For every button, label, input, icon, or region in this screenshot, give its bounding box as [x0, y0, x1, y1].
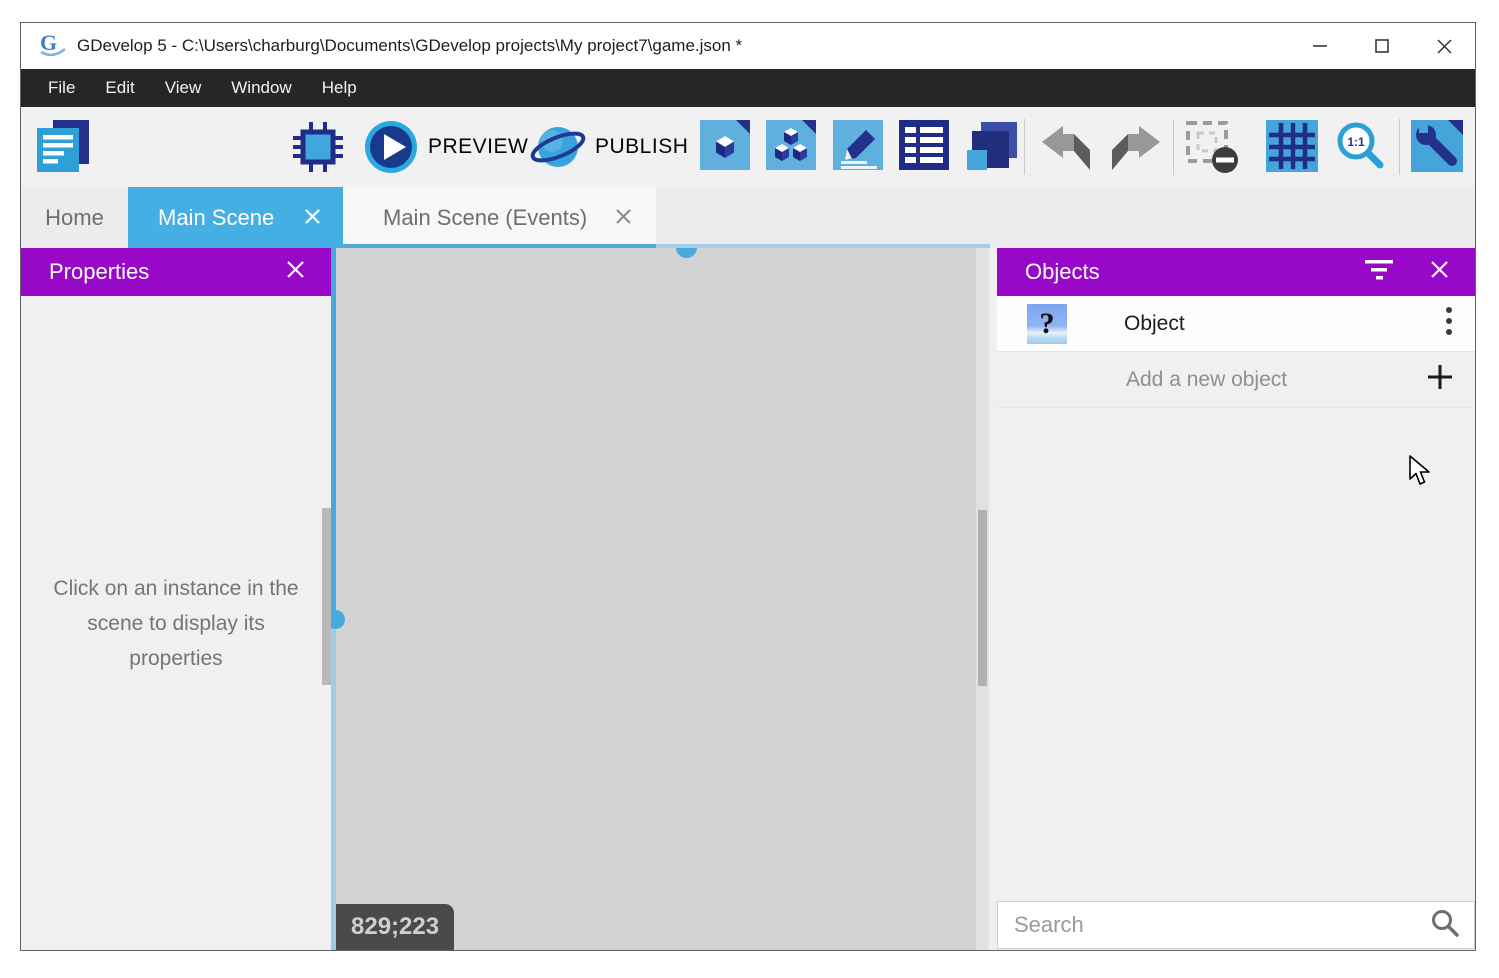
cursor-coordinates-badge: 829;223 — [336, 904, 454, 950]
add-object-row[interactable]: Add a new object — [997, 352, 1475, 408]
main-content: Properties Click on an instance in the s… — [21, 248, 1475, 950]
objects-panel-header: Objects — [997, 248, 1475, 296]
objects-panel-empty-area — [997, 408, 1475, 901]
add-object-label: Add a new object — [1126, 368, 1427, 392]
debug-icon[interactable] — [293, 122, 343, 177]
gdevelop-logo-icon: G — [37, 30, 67, 63]
object-thumbnail-question-icon: ? — [1027, 304, 1067, 344]
redo-icon[interactable] — [1108, 125, 1162, 176]
canvas-right-gap — [989, 248, 997, 950]
edit-scene-properties-icon[interactable] — [833, 120, 883, 175]
split-drag-handle-left[interactable] — [331, 610, 345, 629]
minimize-button[interactable] — [1289, 23, 1351, 69]
scene-objects-icon[interactable] — [700, 120, 750, 175]
object-list-item[interactable]: ? Object — [997, 296, 1475, 352]
zoom-1-1-icon[interactable]: 1:1 — [1333, 120, 1387, 179]
events-sheet-icon[interactable] — [899, 120, 949, 175]
undo-icon[interactable] — [1040, 125, 1094, 176]
properties-panel-title: Properties — [49, 259, 149, 285]
menu-window[interactable]: Window — [216, 69, 306, 107]
search-input[interactable] — [1014, 912, 1430, 938]
editor-tab-bar: Home Main Scene Main Scene (Events) — [21, 187, 1475, 248]
properties-panel-body: Click on an instance in the scene to dis… — [21, 296, 331, 950]
tab-main-scene-events[interactable]: Main Scene (Events) — [343, 187, 656, 248]
objects-panel-title: Objects — [1025, 259, 1328, 285]
window-title: GDevelop 5 - C:\Users\charburg\Documents… — [77, 36, 742, 56]
tab-label: Home — [45, 205, 104, 231]
tab-close-icon[interactable] — [304, 205, 321, 231]
preview-play-icon[interactable] — [363, 119, 419, 180]
object-name: Object — [1124, 312, 1445, 336]
publish-globe-icon[interactable] — [529, 119, 587, 180]
preview-label[interactable]: PREVIEW — [428, 107, 528, 187]
search-icon[interactable] — [1430, 908, 1460, 943]
object-menu-dots-icon[interactable] — [1445, 306, 1453, 341]
menu-edit[interactable]: Edit — [90, 69, 149, 107]
properties-panel: Properties Click on an instance in the s… — [21, 248, 331, 950]
toolbar-separator — [1399, 119, 1400, 175]
toolbar: PREVIEW PUBLISH — [21, 107, 1475, 187]
panel-split-divider[interactable] — [331, 248, 336, 950]
plus-icon[interactable] — [1427, 364, 1453, 395]
toolbar-separator — [1173, 119, 1174, 175]
extensions-wrench-icon[interactable] — [1411, 120, 1463, 177]
menu-help[interactable]: Help — [307, 69, 372, 107]
app-window: G GDevelop 5 - C:\Users\charburg\Documen… — [20, 22, 1476, 951]
object-groups-icon[interactable] — [766, 120, 816, 175]
project-manager-icon[interactable] — [35, 120, 91, 179]
objects-search-bar — [997, 901, 1475, 949]
menu-file[interactable]: File — [33, 69, 90, 107]
properties-empty-message: Click on an instance in the scene to dis… — [45, 571, 307, 676]
svg-text:G: G — [40, 30, 57, 55]
canvas-scrollbar-thumb[interactable] — [978, 510, 987, 686]
toolbar-separator — [1024, 119, 1025, 175]
mouse-cursor — [1408, 455, 1432, 492]
zoom-icon-label: 1:1 — [1347, 135, 1365, 149]
tab-close-icon[interactable] — [615, 205, 632, 231]
objects-panel: Objects ? Object — [997, 248, 1475, 950]
tab-label: Main Scene (Events) — [383, 205, 587, 231]
menu-view[interactable]: View — [150, 69, 217, 107]
objects-close-icon[interactable] — [1430, 259, 1449, 285]
grid-icon[interactable] — [1266, 120, 1318, 177]
maximize-button[interactable] — [1351, 23, 1413, 69]
properties-close-icon[interactable] — [286, 259, 305, 285]
filter-icon[interactable] — [1364, 259, 1394, 286]
close-button[interactable] — [1413, 23, 1475, 69]
split-drag-handle-top[interactable] — [676, 248, 697, 258]
layers-icon[interactable] — [965, 120, 1017, 177]
tab-label: Main Scene — [158, 205, 274, 231]
title-bar: G GDevelop 5 - C:\Users\charburg\Documen… — [21, 23, 1475, 69]
properties-panel-header: Properties — [21, 248, 331, 296]
publish-label[interactable]: PUBLISH — [595, 107, 688, 187]
menu-bar: File Edit View Window Help — [21, 69, 1475, 107]
mask-icon[interactable] — [1185, 120, 1239, 179]
scene-canvas[interactable]: 829;223 — [331, 248, 997, 950]
tab-main-scene[interactable]: Main Scene — [128, 187, 343, 248]
tab-home[interactable]: Home — [21, 187, 128, 248]
window-controls — [1289, 23, 1475, 69]
properties-scrollbar[interactable] — [322, 508, 331, 685]
